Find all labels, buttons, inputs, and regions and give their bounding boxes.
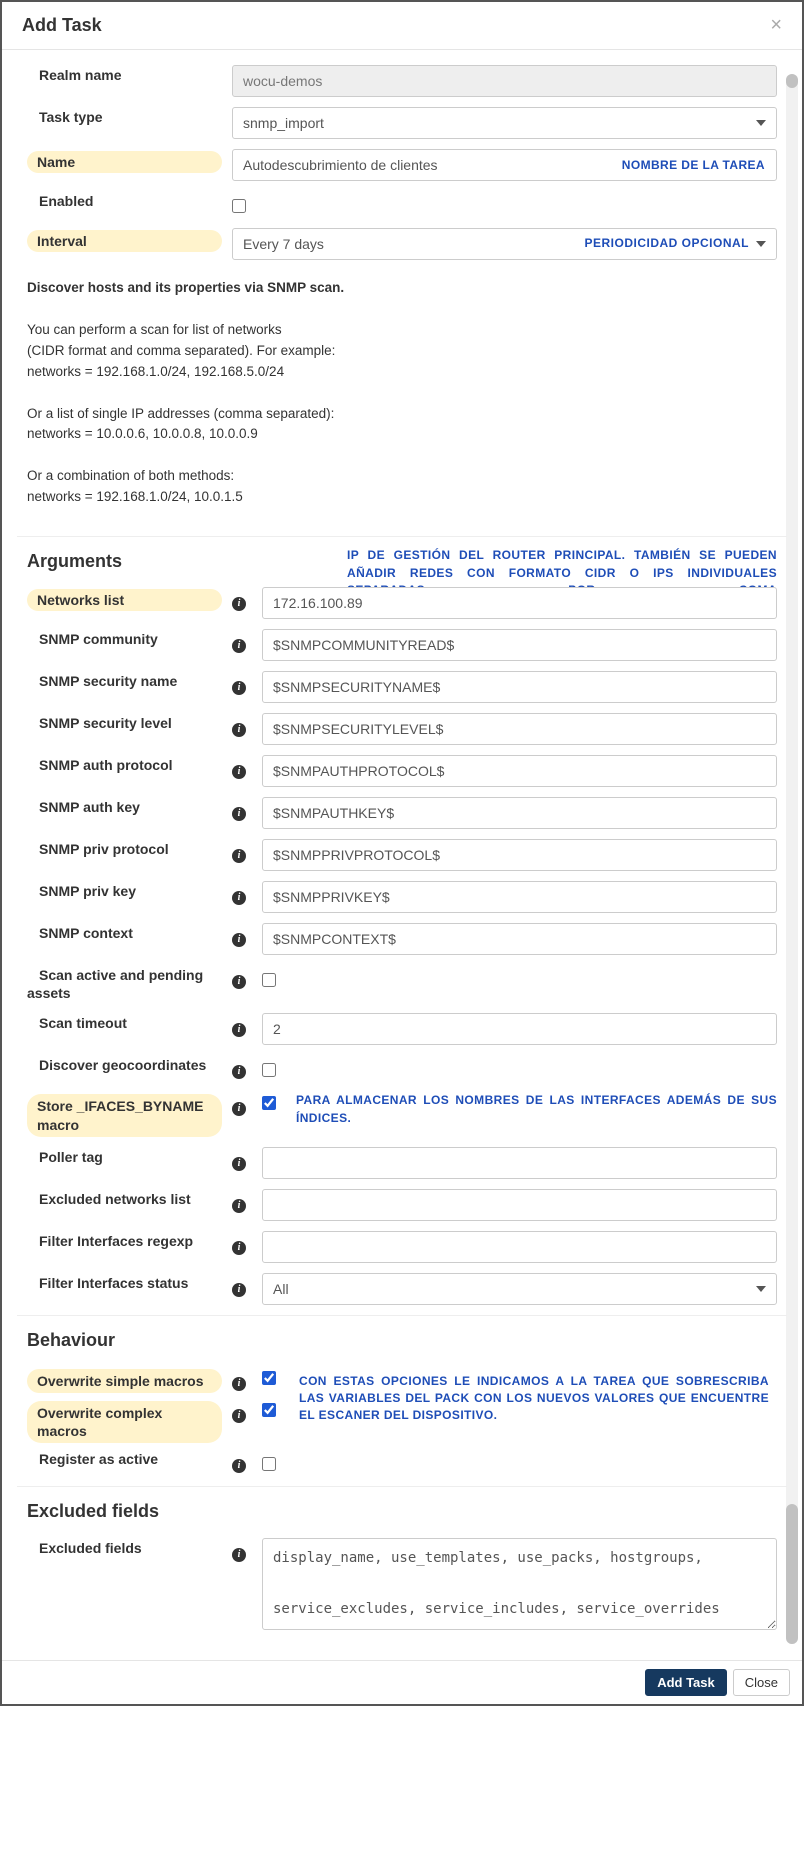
info-icon[interactable]: i — [232, 1377, 246, 1391]
info-icon[interactable]: i — [232, 681, 246, 695]
label-discover-geo: Discover geocoordinates — [27, 1051, 216, 1073]
label-networks-list: Networks list — [27, 589, 222, 611]
label-overwrite-complex: Overwrite complex macros — [27, 1401, 222, 1443]
info-icon[interactable]: i — [232, 765, 246, 779]
excluded-fields-textarea[interactable] — [262, 1538, 777, 1630]
annotation-ifaces: PARA ALMACENAR LOS NOMBRES DE LAS INTERF… — [276, 1092, 777, 1127]
label-filter-status: Filter Interfaces status — [27, 1269, 198, 1291]
label-snmp-community: SNMP community — [27, 625, 168, 647]
section-excluded: Excluded fields — [27, 1487, 777, 1538]
info-icon[interactable]: i — [232, 1102, 246, 1116]
label-snmp-priv-key: SNMP priv key — [27, 877, 146, 899]
label-snmp-sec-level: SNMP security level — [27, 709, 182, 731]
info-icon[interactable]: i — [232, 1199, 246, 1213]
enabled-checkbox[interactable] — [232, 199, 246, 213]
annotation-overwrite: CON ESTAS OPCIONES LE INDICAMOS A LA TAR… — [287, 1367, 777, 1450]
label-excluded-networks: Excluded networks list — [27, 1185, 201, 1207]
desc-heading: Discover hosts and its properties via SN… — [27, 280, 344, 295]
info-icon[interactable]: i — [232, 597, 246, 611]
modal-body: Realm name Task type snmp_import Name NO… — [2, 50, 802, 1660]
label-scan-active: Scan active and pending assets — [27, 961, 203, 1001]
modal-footer: Add Task Close — [2, 1660, 802, 1704]
modal-title: Add Task — [22, 15, 102, 36]
label-poller-tag: Poller tag — [27, 1143, 113, 1165]
modal-header: Add Task × — [2, 2, 802, 50]
info-icon[interactable]: i — [232, 1283, 246, 1297]
scan-timeout-input[interactable] — [262, 1013, 777, 1045]
info-icon[interactable]: i — [232, 1023, 246, 1037]
overwrite-complex-checkbox[interactable] — [262, 1403, 276, 1417]
label-register-active: Register as active — [27, 1445, 168, 1467]
filter-regexp-input[interactable] — [262, 1231, 777, 1263]
info-icon[interactable]: i — [232, 933, 246, 947]
label-scan-timeout: Scan timeout — [27, 1009, 137, 1031]
label-enabled: Enabled — [27, 187, 103, 209]
label-snmp-auth-proto: SNMP auth protocol — [27, 751, 183, 773]
label-name: Name — [27, 151, 222, 173]
snmp-community-input[interactable] — [262, 629, 777, 661]
description-block: Discover hosts and its properties via SN… — [27, 270, 777, 526]
task-type-select[interactable]: snmp_import — [232, 107, 777, 139]
snmp-context-input[interactable] — [262, 923, 777, 955]
info-icon[interactable]: i — [232, 1157, 246, 1171]
info-icon[interactable]: i — [232, 1459, 246, 1473]
filter-status-select[interactable]: All — [262, 1273, 777, 1305]
overwrite-simple-checkbox[interactable] — [262, 1371, 276, 1385]
info-icon[interactable]: i — [232, 849, 246, 863]
store-ifaces-checkbox[interactable] — [262, 1096, 276, 1110]
label-filter-regexp: Filter Interfaces regexp — [27, 1227, 203, 1249]
info-icon[interactable]: i — [232, 639, 246, 653]
info-icon[interactable]: i — [232, 807, 246, 821]
close-icon[interactable]: × — [770, 14, 782, 37]
interval-select[interactable]: Every 7 days — [232, 228, 777, 260]
label-realm-name: Realm name — [27, 61, 131, 83]
label-interval: Interval — [27, 230, 222, 252]
info-icon[interactable]: i — [232, 975, 246, 989]
info-icon[interactable]: i — [232, 723, 246, 737]
label-task-type: Task type — [27, 103, 113, 125]
register-active-checkbox[interactable] — [262, 1457, 276, 1471]
info-icon[interactable]: i — [232, 891, 246, 905]
add-task-button[interactable]: Add Task — [645, 1669, 727, 1696]
label-snmp-auth-key: SNMP auth key — [27, 793, 150, 815]
label-snmp-sec-name: SNMP security name — [27, 667, 187, 689]
snmp-auth-key-input[interactable] — [262, 797, 777, 829]
snmp-priv-key-input[interactable] — [262, 881, 777, 913]
name-input[interactable] — [232, 149, 777, 181]
snmp-auth-proto-input[interactable] — [262, 755, 777, 787]
label-store-ifaces: Store _IFACES_BYNAME macro — [27, 1094, 222, 1136]
snmp-sec-level-input[interactable] — [262, 713, 777, 745]
info-icon[interactable]: i — [232, 1065, 246, 1079]
section-behaviour: Behaviour — [27, 1316, 777, 1367]
poller-tag-input[interactable] — [262, 1147, 777, 1179]
add-task-modal: Add Task × Realm name Task type snmp_imp… — [0, 0, 804, 1706]
discover-geo-checkbox[interactable] — [262, 1063, 276, 1077]
close-button[interactable]: Close — [733, 1669, 790, 1696]
label-snmp-priv-proto: SNMP priv protocol — [27, 835, 179, 857]
excluded-networks-input[interactable] — [262, 1189, 777, 1221]
scan-active-checkbox[interactable] — [262, 973, 276, 987]
info-icon[interactable]: i — [232, 1409, 246, 1423]
info-icon[interactable]: i — [232, 1241, 246, 1255]
label-snmp-context: SNMP context — [27, 919, 143, 941]
info-icon[interactable]: i — [232, 1548, 246, 1562]
networks-list-input[interactable] — [262, 587, 777, 619]
label-overwrite-simple: Overwrite simple macros — [27, 1369, 222, 1393]
snmp-sec-name-input[interactable] — [262, 671, 777, 703]
realm-name-input — [232, 65, 777, 97]
label-excluded-fields: Excluded fields — [27, 1534, 152, 1556]
snmp-priv-proto-input[interactable] — [262, 839, 777, 871]
